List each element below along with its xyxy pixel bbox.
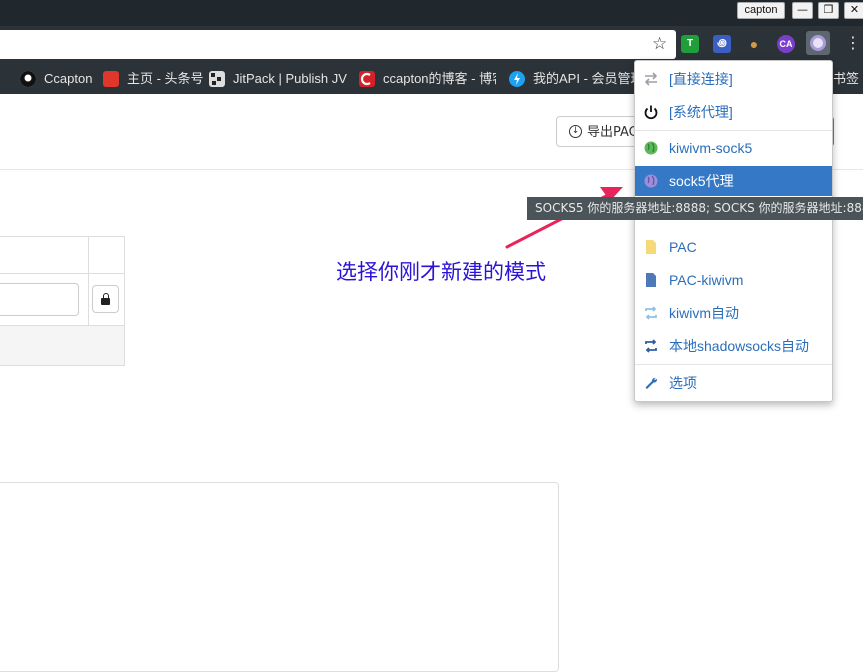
bookmark-folder[interactable]: 书签 — [833, 69, 863, 89]
close-button[interactable]: ✕ — [844, 2, 863, 19]
menu-item-system-proxy[interactable]: [系统代理] — [635, 97, 832, 127]
menu-item-sock5-proxy[interactable]: sock5代理 — [635, 166, 832, 196]
proxy-tooltip: SOCKS5 你的服务器地址:8888; SOCKS 你的服务器地址:8888 — [527, 197, 863, 220]
table-footer-row — [0, 326, 124, 365]
bookmark-toutiao[interactable]: 主页 - 头条号 — [127, 69, 204, 89]
file-yellow-icon — [646, 240, 656, 254]
restore-button[interactable]: ❐ — [818, 2, 839, 19]
globe-green-icon — [644, 141, 658, 155]
window-titlebar: capton — ❐ ✕ — [0, 0, 863, 26]
menu-item-kiwivm-auto[interactable]: kiwivm自动 — [635, 298, 832, 328]
browser-toolbar: ☆ T ꩜ ● CA ⋮ — [0, 26, 863, 63]
tampermonkey-extension-icon[interactable]: T — [681, 35, 699, 53]
api-icon — [509, 71, 525, 87]
download-circle-icon: ↓ — [569, 125, 582, 138]
bookmark-ccapton[interactable]: Ccapton — [44, 69, 92, 89]
menu-item-label: PAC — [669, 239, 697, 255]
lock-icon — [101, 298, 110, 305]
table-border — [0, 273, 124, 274]
menu-item-label: PAC-kiwivm — [669, 272, 744, 288]
menu-item-label: sock5代理 — [669, 173, 734, 189]
power-icon — [644, 105, 658, 120]
menu-item-local-shadowsocks-auto[interactable]: 本地shadowsocks自动 — [635, 331, 832, 361]
table-border — [124, 236, 125, 366]
menu-item-options[interactable]: 选项 — [635, 368, 832, 398]
address-bar[interactable]: ☆ — [0, 30, 676, 59]
bookmark-api[interactable]: 我的API - 会员管理 — [533, 69, 635, 89]
menu-item-label: [直接连接] — [669, 71, 733, 87]
profile-name[interactable]: capton — [737, 2, 785, 19]
server-input[interactable] — [0, 283, 79, 316]
wrench-icon — [645, 377, 658, 389]
toutiao-icon — [103, 71, 119, 87]
table-border — [0, 236, 124, 237]
menu-item-label: [系统代理] — [669, 104, 733, 120]
export-pac-button[interactable]: ↓ 导出PAC — [556, 116, 646, 147]
annotation-text: 选择你刚才新建的模式 — [336, 260, 546, 284]
switchyomega-extension-icon[interactable] — [806, 31, 830, 55]
translate-extension-icon[interactable]: ꩜ — [713, 35, 731, 53]
menu-item-label: kiwivm-sock5 — [669, 140, 753, 156]
ca-extension-icon[interactable]: CA — [777, 35, 795, 53]
jitpack-icon — [209, 71, 225, 87]
menu-item-label: 本地shadowsocks自动 — [669, 338, 810, 354]
menu-divider — [635, 364, 832, 365]
content-panel — [0, 482, 559, 672]
menu-item-pac[interactable]: PAC — [635, 232, 832, 262]
browser-menu-icon[interactable]: ⋮ — [845, 34, 861, 52]
menu-item-kiwivm-sock5[interactable]: kiwivm-sock5 — [635, 133, 832, 163]
bookmark-csdn-blog[interactable]: ccapton的博客 - 博客 — [383, 69, 496, 89]
menu-item-pac-kiwivm[interactable]: PAC-kiwivm — [635, 265, 832, 295]
github-icon — [20, 71, 36, 87]
menu-item-direct[interactable]: [直接连接] — [635, 64, 832, 94]
menu-item-label: 选项 — [669, 375, 697, 391]
proxy-switch-menu: [直接连接] [系统代理] kiwivm-sock5 sock5代理 PAC P… — [634, 60, 833, 402]
bookmark-jitpack[interactable]: JitPack | Publish JVM — [233, 69, 347, 89]
table-border — [88, 236, 89, 326]
export-pac-label: 导出PAC — [587, 125, 638, 140]
cookie-extension-icon[interactable]: ● — [745, 35, 763, 53]
auth-lock-button[interactable] — [92, 285, 119, 313]
csdn-icon — [359, 71, 375, 87]
menu-item-label: kiwivm自动 — [669, 305, 739, 321]
direct-icon — [644, 72, 658, 86]
switch-blue-icon — [645, 339, 657, 353]
omega-ring-icon — [810, 35, 826, 51]
table-border — [0, 365, 124, 366]
switch-lightblue-icon — [645, 306, 657, 320]
file-blue-icon — [646, 273, 656, 287]
minimize-button[interactable]: — — [792, 2, 813, 19]
menu-divider — [635, 130, 832, 131]
bookmark-star-icon[interactable]: ☆ — [652, 33, 667, 55]
globe-purple-icon — [644, 174, 658, 188]
